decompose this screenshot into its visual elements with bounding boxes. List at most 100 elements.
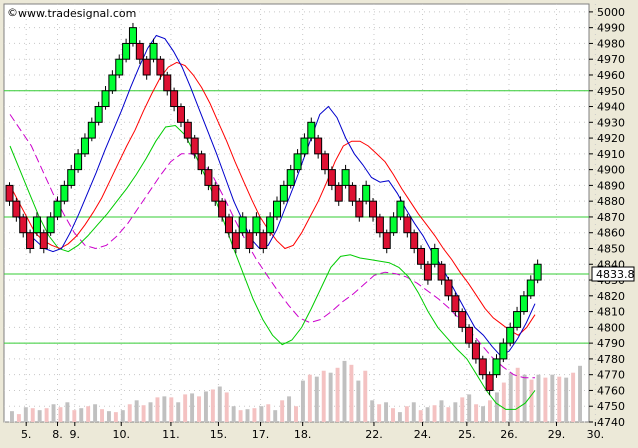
brick-down [423, 263, 432, 281]
volume-bar [453, 402, 458, 422]
y-tick-label: 4860 [597, 227, 625, 240]
x-tick-label: 22. [365, 428, 383, 441]
brick-down [334, 184, 343, 202]
volume-bar [79, 408, 84, 422]
brick-up [149, 42, 158, 60]
x-tick-label: 11. [162, 428, 180, 441]
brick-up [115, 58, 124, 76]
brick-up [53, 200, 62, 218]
brick-up [32, 216, 41, 234]
y-tick-label: 4850 [597, 242, 625, 255]
volume-bar [190, 393, 195, 422]
volume-bar [273, 410, 278, 422]
x-tick-label: 30. [587, 428, 605, 441]
copyright-icon: © [7, 6, 18, 19]
y-tick-label: 4870 [597, 211, 625, 224]
volume-bar [30, 408, 35, 422]
volume-bar [564, 377, 569, 422]
brick-up [252, 216, 261, 234]
y-tick-label: 4790 [597, 337, 625, 350]
volume-bar [134, 400, 139, 422]
brick-down [211, 184, 220, 202]
brick-up [396, 200, 405, 218]
volume-bar [328, 372, 333, 422]
volume-bar [10, 411, 14, 422]
y-tick-label: 4910 [597, 148, 625, 161]
brick-down [444, 279, 453, 297]
brick-down [135, 42, 144, 60]
brick-down [382, 232, 391, 249]
brick-down [197, 153, 206, 171]
brick-up [122, 42, 131, 60]
volume-bar [307, 374, 312, 422]
chart-root: 4740475047604770478047904800481048204830… [0, 0, 638, 444]
brick-up [513, 311, 522, 328]
brick-down [375, 216, 384, 234]
volume-bar [370, 400, 375, 422]
volume-bar [300, 380, 305, 422]
volume-bar [266, 404, 271, 422]
volume-bar [425, 407, 430, 422]
volume-bar [294, 406, 298, 422]
volume-bar [203, 391, 208, 422]
x-tick-label: 9. [70, 428, 81, 441]
brick-up [94, 106, 103, 123]
volume-bar [501, 382, 506, 422]
brick-up [266, 216, 275, 234]
volume-bar [120, 410, 125, 422]
volume-bar [377, 404, 382, 422]
volume-bar [550, 374, 555, 422]
y-tick-label: 4890 [597, 179, 625, 192]
volume-bar [93, 404, 98, 422]
x-tick-label: 25. [458, 428, 476, 441]
volume-bar [176, 402, 181, 422]
brick-down [218, 200, 227, 218]
volume-bar [391, 408, 395, 422]
volume-bar [72, 410, 77, 422]
volume-bar [141, 405, 146, 422]
brick-up [362, 184, 371, 202]
volume-bar [238, 410, 243, 422]
volume-bar [578, 365, 582, 422]
brick-down [485, 374, 494, 391]
brick-down [410, 232, 419, 249]
volume-bar [536, 374, 541, 422]
volume-bar [411, 402, 416, 422]
last-price-label: 4833.8 [596, 268, 635, 281]
y-tick-label: 4820 [597, 290, 625, 303]
brick-down [321, 153, 330, 171]
volume-bar [446, 407, 451, 422]
y-tick-label: 5000 [597, 6, 625, 19]
brick-down [142, 58, 151, 76]
brick-down [348, 184, 357, 202]
volume-bar [224, 392, 229, 422]
y-tick-label: 4960 [597, 69, 625, 82]
x-axis: 5. 8. 9. 10. 11. 15. 17. 18. 22. 24. 25. 26. 29. 30. [21, 422, 604, 441]
volume-bar [155, 397, 160, 422]
brick-up [492, 358, 501, 376]
brick-up [87, 121, 96, 139]
volume-bar [183, 394, 188, 422]
x-tick-label: 26. [500, 428, 518, 441]
x-tick-label: 5. [21, 428, 32, 441]
volume-bar [404, 406, 409, 422]
x-tick-label: 24. [414, 428, 432, 441]
brick-up [46, 216, 55, 234]
volume-bar [356, 380, 361, 422]
brick-down [39, 232, 48, 249]
brick-down [26, 232, 35, 249]
brick-down [437, 263, 446, 281]
brick-down [190, 137, 199, 155]
volume-bar [508, 372, 513, 422]
brick-up [80, 137, 89, 155]
y-tick-label: 4770 [597, 369, 625, 382]
y-tick-label: 4980 [597, 37, 625, 50]
volume-bar [474, 404, 479, 422]
brick-up [279, 184, 288, 202]
brick-up [341, 169, 350, 186]
brick-down [231, 232, 240, 249]
x-tick-label: 18. [294, 428, 312, 441]
volume-bar [349, 364, 354, 422]
renko-chart: 4740475047604770478047904800481048204830… [3, 3, 635, 441]
volume-bar [127, 404, 132, 422]
